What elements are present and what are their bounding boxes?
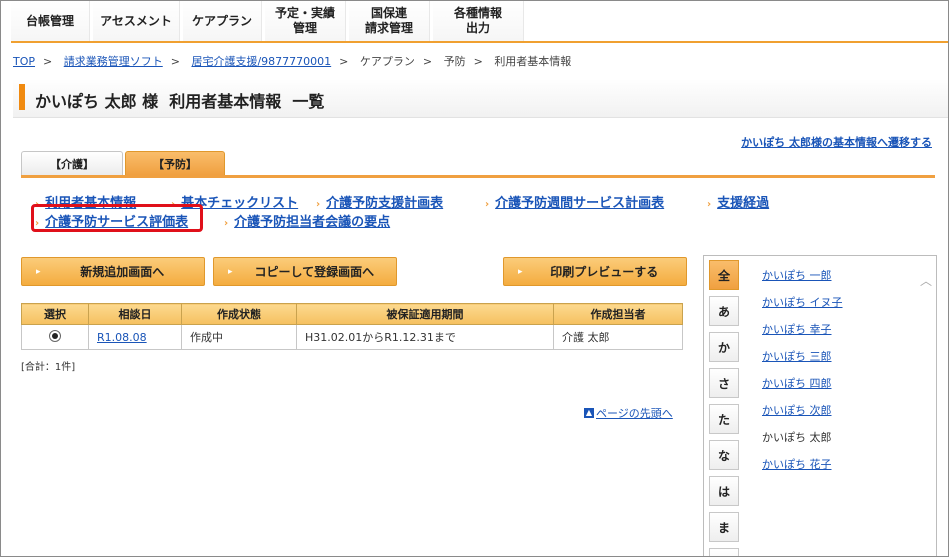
kana-ya-button[interactable]: や — [709, 548, 739, 556]
status-cell: 作成中 — [181, 324, 297, 350]
col-select: 選択 — [21, 303, 89, 325]
kana-a-button[interactable]: あ — [709, 296, 739, 326]
breadcrumb-current: 利用者基本情報 — [494, 55, 572, 68]
person-link[interactable]: かいぽち 花子 — [762, 456, 832, 472]
new-entry-label: 新規追加画面へ — [80, 265, 165, 279]
submenu-label: 支援経過 — [717, 196, 770, 211]
kana-ha-button[interactable]: は — [709, 476, 739, 506]
person-link[interactable]: かいぽち 四郎 — [762, 375, 832, 391]
date-cell: R1.08.08 — [88, 324, 182, 350]
submenu-meeting-points[interactable]: › 介護予防担当者会議の要点 — [224, 211, 390, 230]
date-link[interactable]: R1.08.08 — [97, 331, 147, 344]
staff-cell: 介護 太郎 — [553, 324, 683, 350]
nav-assessment[interactable]: アセスメント — [93, 1, 180, 41]
col-period: 被保証適用期間 — [296, 303, 554, 325]
submenu-weekly-plan[interactable]: › 介護予防週間サービス計画表 — [485, 192, 664, 211]
breadcrumb-careplan: ケアプラン — [359, 55, 415, 68]
tab-yobou[interactable]: 【予防】 — [125, 151, 225, 175]
breadcrumb-office[interactable]: 居宅介護支援/9877770001 — [191, 55, 331, 68]
scroll-up-icon[interactable]: ︿ — [920, 272, 932, 289]
submenu-support-plan[interactable]: › 介護予防支援計画表 — [316, 192, 443, 211]
nav-schedule-label: 予定・実績 管理 — [274, 6, 335, 35]
print-preview-label: 印刷プレビューする — [550, 265, 659, 279]
record-count: [合計：1件] — [21, 362, 76, 373]
breadcrumb-yobou: 予防 — [443, 55, 466, 68]
nav-output[interactable]: 各種情報 出力 — [433, 1, 524, 41]
top-navigation: 台帳管理 アセスメント ケアプラン 予定・実績 管理 国保連 請求管理 各種情報… — [11, 1, 948, 43]
nav-ledger[interactable]: 台帳管理 — [11, 1, 90, 41]
app-frame: 台帳管理 アセスメント ケアプラン 予定・実績 管理 国保連 請求管理 各種情報… — [0, 0, 949, 557]
person-current: かいぽち 太郎 — [762, 431, 832, 444]
nav-ledger-label: 台帳管理 — [25, 13, 74, 28]
kana-ka-button[interactable]: か — [709, 332, 739, 362]
transfer-basic-info-link[interactable]: かいぽち 太郎様の基本情報へ遷移する — [741, 134, 932, 150]
breadcrumb-sep: > — [422, 55, 433, 68]
nav-billing-label: 国保連 請求管理 — [364, 6, 413, 35]
breadcrumb-sep: > — [170, 55, 180, 68]
copy-register-button[interactable]: ▸ コピーして登録画面へ — [213, 257, 397, 286]
nav-careplan[interactable]: ケアプラン — [183, 1, 262, 41]
kana-all-button[interactable]: 全 — [709, 260, 739, 290]
person-link[interactable]: かいぽち 幸子 — [762, 321, 832, 337]
breadcrumb-sep: > — [473, 55, 483, 68]
col-status: 作成状態 — [181, 303, 297, 325]
chevron-right-icon: › — [316, 199, 321, 210]
table-row: R1.08.08 作成中 H31.02.01からR1.12.31まで 介護 太郎 — [21, 324, 683, 350]
arrow-up-icon: ▲ — [584, 408, 594, 418]
breadcrumb-top[interactable]: TOP — [13, 55, 35, 68]
page-title-bar: かいぽち 太郎 様 利用者基本情報 一覧 — [13, 79, 948, 118]
row-radio[interactable] — [49, 329, 61, 342]
title-accent-bar — [19, 84, 25, 110]
person-link[interactable]: かいぽち 次郎 — [762, 402, 832, 418]
submenu-support-progress[interactable]: › 支援経過 — [707, 192, 769, 211]
person-link[interactable]: かいぽち 三郎 — [762, 348, 832, 364]
breadcrumb-sep: > — [43, 55, 53, 68]
chevron-right-icon: › — [707, 199, 712, 210]
nav-assessment-label: アセスメント — [100, 13, 172, 28]
copy-register-label: コピーして登録画面へ — [254, 265, 375, 279]
page-top-label: ページの先頭へ — [596, 407, 673, 420]
plan-table: 選択 相談日 作成状態 被保証適用期間 作成担当者 R1.08.08 作成中 H… — [21, 303, 683, 350]
page-title: かいぽち 太郎 様 利用者基本情報 一覧 — [35, 92, 325, 111]
kana-na-button[interactable]: な — [709, 440, 739, 470]
nav-billing[interactable]: 国保連 請求管理 — [349, 1, 430, 41]
breadcrumb: TOP > 請求業務管理ソフト > 居宅介護支援/9877770001 > ケアプラン… — [13, 53, 571, 69]
breadcrumb-software[interactable]: 請求業務管理ソフト — [64, 55, 163, 68]
kana-sa-button[interactable]: さ — [709, 368, 739, 398]
submenu-label: 介護予防担当者会議の要点 — [234, 215, 391, 230]
nav-schedule[interactable]: 予定・実績 管理 — [265, 1, 346, 41]
highlight-frame — [31, 204, 203, 232]
col-staff: 作成担当者 — [553, 303, 683, 325]
breadcrumb-sep: > — [339, 55, 349, 68]
nav-output-label: 各種情報 出力 — [453, 6, 502, 35]
print-preview-button[interactable]: ▸ 印刷プレビューする — [503, 257, 687, 286]
select-cell — [21, 324, 89, 350]
col-date: 相談日 — [88, 303, 182, 325]
person-link[interactable]: かいぽち イヌ子 — [762, 294, 843, 310]
person-link[interactable]: かいぽち 一郎 — [762, 267, 832, 283]
chevron-right-icon: › — [485, 199, 490, 210]
page-top-link[interactable]: ▲ ページの先頭へ — [584, 405, 673, 421]
tab-kaigo[interactable]: 【介護】 — [21, 151, 123, 175]
kana-ma-button[interactable]: ま — [709, 512, 739, 542]
nav-careplan-label: ケアプラン — [191, 13, 252, 28]
submenu-label: 介護予防支援計画表 — [326, 196, 444, 211]
new-entry-button[interactable]: ▸ 新規追加画面へ — [21, 257, 205, 286]
submenu-label: 介護予防週間サービス計画表 — [495, 196, 665, 211]
kana-ta-button[interactable]: た — [709, 404, 739, 434]
period-cell: H31.02.01からR1.12.31まで — [296, 324, 554, 350]
chevron-right-icon: › — [224, 218, 229, 229]
kana-index-panel: 全 あ か さ た な は ま や かいぽち 一郎 かいぽち イヌ子 かいぽち … — [703, 255, 937, 556]
